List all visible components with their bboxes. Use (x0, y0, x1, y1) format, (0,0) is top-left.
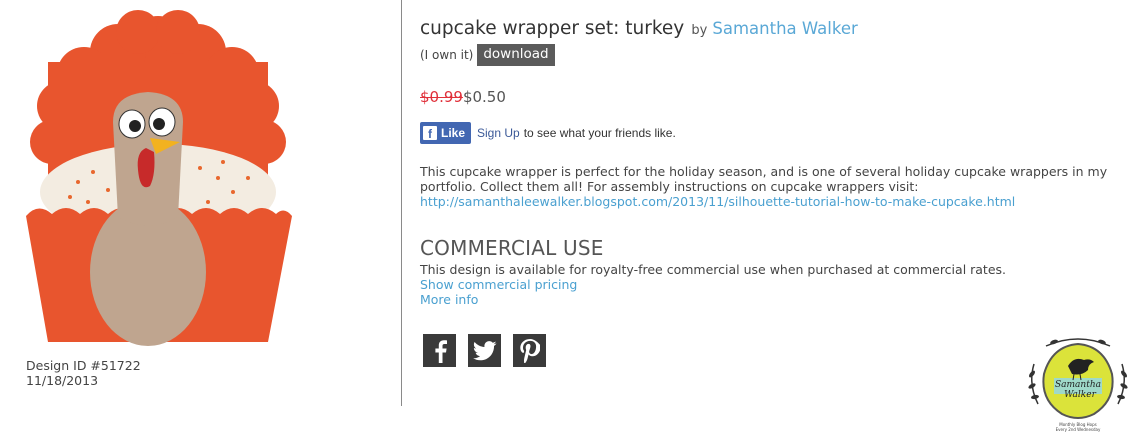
facebook-prompt: to see what your friends like. (523, 126, 676, 140)
facebook-signup-link[interactable]: Sign Up (477, 126, 520, 140)
facebook-like-button[interactable]: f Like (420, 122, 472, 144)
description: This cupcake wrapper is perfect for the … (420, 164, 1135, 209)
facebook-like-row: f Like Sign Up to see what your friends … (420, 122, 676, 144)
social-share-buttons (423, 334, 546, 367)
tutorial-link[interactable]: http://samanthaleewalker.blogspot.com/20… (420, 194, 1015, 209)
like-label: Like (441, 126, 466, 140)
description-text: This cupcake wrapper is perfect for the … (420, 164, 1108, 194)
logo-tagline-2: Every 2nd Wednesday (1056, 427, 1101, 432)
pinterest-icon (519, 338, 540, 363)
logo-name-line1: Samantha (1055, 380, 1101, 390)
more-info-link[interactable]: More info (420, 292, 478, 307)
commercial-use-heading: COMMERCIAL USE (420, 236, 604, 260)
show-commercial-pricing-link[interactable]: Show commercial pricing (420, 277, 577, 292)
twitter-share-button[interactable] (468, 334, 501, 367)
facebook-share-button[interactable] (423, 334, 456, 367)
column-divider (401, 0, 402, 406)
turkey-cupcake-image[interactable] (18, 2, 298, 354)
product-title: cupcake wrapper set: turkey (420, 18, 685, 39)
ownership-row: (I own it) download (420, 44, 555, 66)
samantha-walker-badge-logo: Samantha Walker Monthly Blog Hops Every … (1028, 338, 1128, 432)
product-image-panel: Design ID #51722 11/18/2013 (0, 0, 400, 440)
commercial-use-text: This design is available for royalty-fre… (420, 262, 1007, 277)
design-date: 11/18/2013 (26, 373, 99, 388)
old-price: $0.99 (420, 88, 463, 106)
design-id: Design ID #51722 (26, 358, 141, 373)
sale-price: $0.50 (462, 88, 506, 106)
own-status: (I own it) (420, 48, 474, 62)
pinterest-share-button[interactable] (513, 334, 546, 367)
price-row: $0.99$0.50 (420, 88, 506, 106)
facebook-icon (434, 339, 447, 363)
by-label: by (691, 23, 708, 38)
facebook-f-icon: f (423, 126, 437, 140)
download-button[interactable]: download (477, 44, 555, 66)
twitter-icon (472, 340, 496, 360)
author-link[interactable]: Samantha Walker (712, 19, 857, 38)
design-meta: Design ID #51722 11/18/2013 (26, 358, 141, 388)
logo-name-line2: Walker (1064, 390, 1096, 400)
title-row: cupcake wrapper set: turkey by Samantha … (420, 18, 858, 39)
